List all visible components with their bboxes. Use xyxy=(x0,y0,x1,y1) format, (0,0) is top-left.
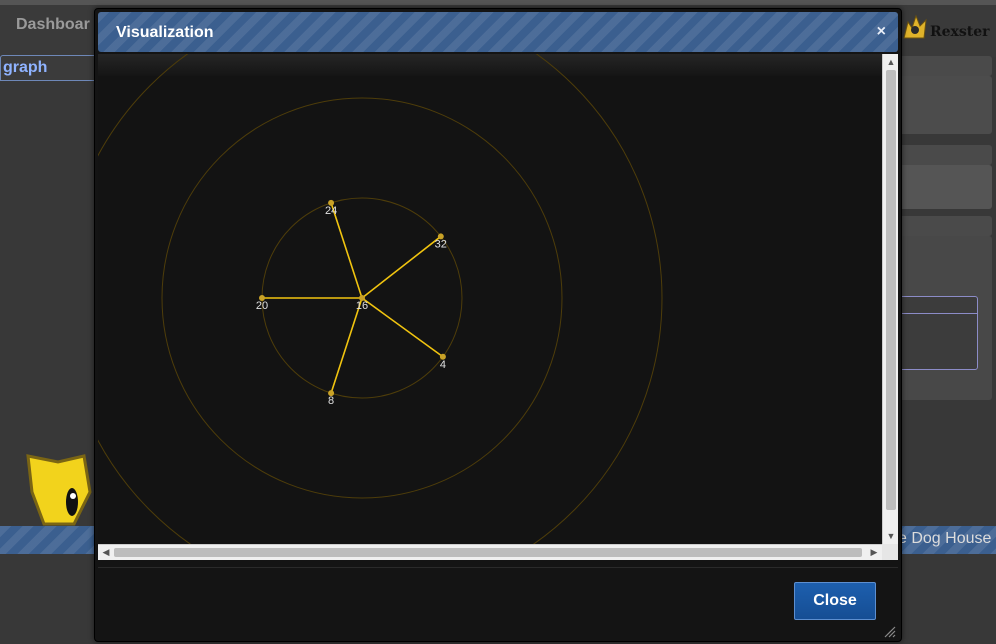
graph-edge xyxy=(330,297,363,394)
vertical-scrollbar[interactable]: ▲ ▼ xyxy=(882,54,898,544)
dialog-footer: Close xyxy=(98,567,898,640)
logo-text: Rexster xyxy=(930,24,990,40)
dialog-title: Visualization xyxy=(116,24,214,41)
close-button[interactable]: Close xyxy=(794,582,876,620)
horizontal-scrollbar[interactable]: ◀ ▶ xyxy=(98,544,882,560)
horizontal-scroll-thumb[interactable] xyxy=(114,548,862,557)
side-panel-body-1 xyxy=(896,76,992,134)
footer-text: e Dog House xyxy=(898,530,992,547)
resize-grip-icon[interactable] xyxy=(884,626,896,638)
node-label: 24 xyxy=(325,205,337,217)
node-label: 20 xyxy=(256,300,268,312)
scrollbar-corner xyxy=(882,544,898,560)
close-icon[interactable]: × xyxy=(877,24,886,40)
side-panel-header-2 xyxy=(896,145,992,165)
graph-visualization[interactable]: 24 32 4 8 20 16 xyxy=(98,54,882,544)
vertical-scroll-thumb[interactable] xyxy=(886,70,896,510)
radial-ring xyxy=(98,54,663,544)
graph-edge xyxy=(361,297,444,358)
side-outline-box xyxy=(898,296,978,370)
side-panel-header-3 xyxy=(896,216,992,236)
dog-mascot-icon xyxy=(26,454,92,526)
visualization-canvas[interactable]: 24 32 4 8 20 16 ▲ ▼ ◀ ▶ xyxy=(98,54,898,560)
scroll-up-icon[interactable]: ▲ xyxy=(883,54,898,70)
side-panel-header-1 xyxy=(896,56,992,76)
node-label: 32 xyxy=(435,238,447,250)
scroll-down-icon[interactable]: ▼ xyxy=(883,528,898,544)
node-label: 8 xyxy=(328,395,334,407)
visualization-dialog: Visualization × 24 32 4 8 20 16 ▲ ▼ ◀ ▶ Close xyxy=(94,8,902,642)
scroll-right-icon[interactable]: ▶ xyxy=(866,545,882,560)
rexster-logo-icon xyxy=(903,14,927,39)
graph-edge xyxy=(361,235,442,299)
dialog-titlebar[interactable]: Visualization × xyxy=(98,12,898,52)
scroll-left-icon[interactable]: ◀ xyxy=(98,545,114,560)
nav-tab-dashboard[interactable]: Dashboar xyxy=(16,16,90,34)
node-label: 16 xyxy=(356,300,368,312)
node-label: 4 xyxy=(440,359,446,371)
side-panel-body-2 xyxy=(896,165,992,209)
graph-edge xyxy=(330,202,363,299)
